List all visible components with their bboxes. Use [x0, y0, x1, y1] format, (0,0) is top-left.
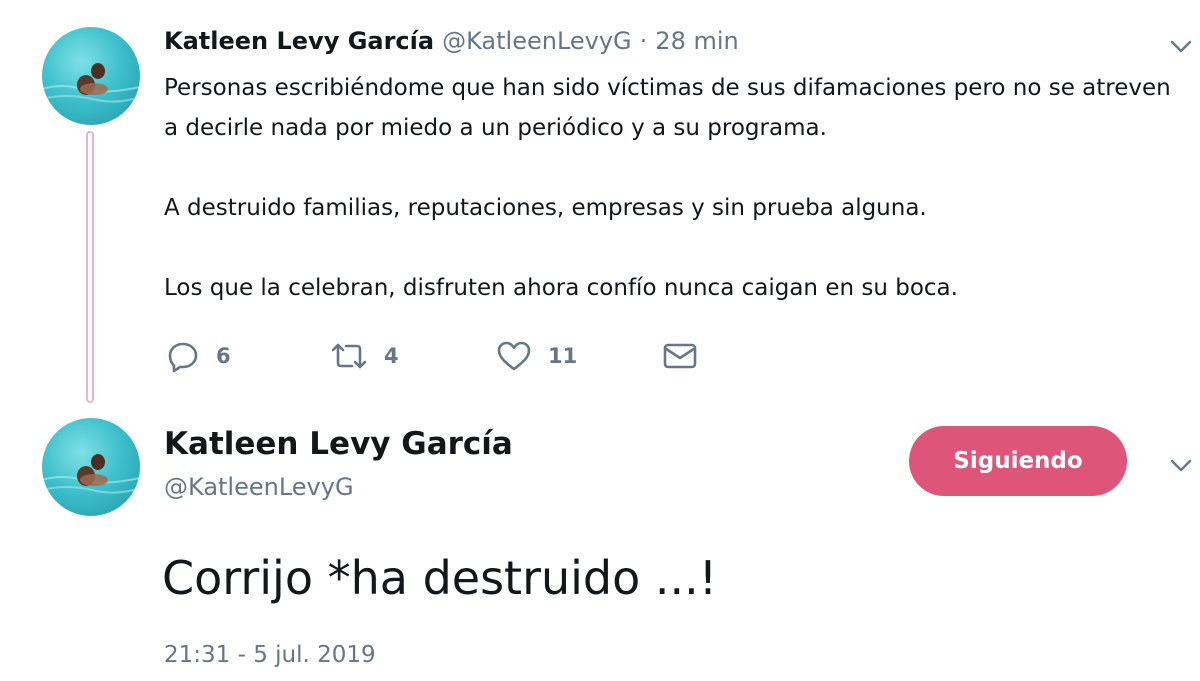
tweet-paragraph: Personas escribiéndome que han sido víct… — [164, 75, 1171, 141]
avatar[interactable] — [42, 27, 140, 125]
avatar-photo — [42, 63, 140, 103]
tweet-thread: Katleen Levy García @KatleenLevyG · 28 min … — [0, 0, 1200, 681]
tweet-header: Katleen Levy García @KatleenLevyG · 28 min — [164, 26, 739, 56]
like-count: 11 — [548, 344, 578, 368]
tweet-text: Corrijo *ha destruido ...! — [162, 551, 718, 605]
reply-icon — [168, 342, 198, 373]
avatar-photo — [42, 454, 140, 494]
like-button[interactable]: 11 — [496, 336, 577, 376]
direct-message-button[interactable] — [662, 336, 698, 376]
heart-icon — [497, 341, 531, 371]
envelope-icon — [663, 343, 697, 369]
author-handle[interactable]: @KatleenLevyG — [442, 27, 632, 55]
retweet-count: 4 — [384, 344, 399, 368]
author-handle[interactable]: @KatleenLevyG — [164, 471, 354, 503]
chevron-down-icon[interactable] — [1168, 452, 1194, 478]
author-name[interactable]: Katleen Levy García — [164, 424, 513, 464]
tweet-timestamp[interactable]: 21:31 - 5 jul. 2019 — [164, 638, 376, 672]
retweet-button[interactable]: 4 — [330, 336, 399, 376]
retweet-icon — [331, 343, 367, 369]
tweet-time-ago[interactable]: 28 min — [655, 27, 738, 55]
chevron-down-icon[interactable] — [1168, 33, 1194, 59]
reply-count: 6 — [216, 344, 231, 368]
author-name[interactable]: Katleen Levy García — [164, 27, 434, 55]
tweet-paragraph: A destruido familias, reputaciones, empr… — [164, 195, 927, 221]
tweet-text: Personas escribiéndome que han sido víct… — [164, 68, 1174, 308]
avatar[interactable] — [42, 418, 140, 516]
tweet-paragraph: Los que la celebran, disfruten ahora con… — [164, 275, 958, 301]
thread-connector-line — [86, 131, 94, 403]
following-button[interactable]: Siguiendo — [909, 426, 1127, 496]
reply-button[interactable]: 6 — [166, 336, 231, 376]
header-separator: · — [639, 27, 648, 55]
